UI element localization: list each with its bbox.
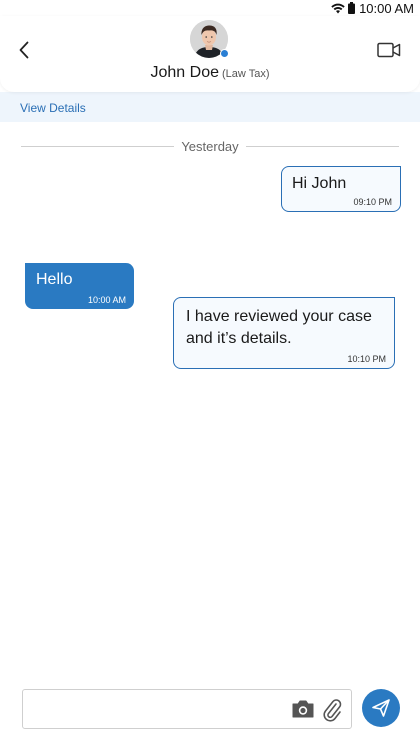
chat-screen: 10:00 AM John Doe (Law Tax) View Details…: [0, 0, 420, 747]
status-bar: 10:00 AM: [0, 0, 420, 16]
message-time: 09:10 PM: [353, 197, 392, 207]
divider: [21, 145, 175, 147]
divider: [245, 145, 399, 147]
date-separator-label: Yesterday: [181, 138, 239, 154]
back-button[interactable]: [14, 38, 34, 62]
wifi-icon: [331, 3, 345, 14]
contact-role: (Law Tax): [222, 68, 270, 80]
send-button[interactable]: [362, 689, 400, 727]
paperclip-icon: [323, 699, 342, 722]
chat-header: John Doe (Law Tax): [0, 16, 420, 92]
status-time: 10:00 AM: [359, 0, 414, 16]
contact-title: John Doe (Law Tax): [0, 64, 420, 82]
message-time: 10:10 PM: [347, 354, 386, 364]
camera-icon: [292, 700, 314, 718]
video-camera-icon: [377, 42, 401, 58]
battery-icon: [348, 2, 356, 14]
message-text: Hello: [36, 271, 73, 288]
details-strip: View Details: [0, 92, 420, 122]
message-input[interactable]: [31, 696, 290, 724]
message-time: 10:00 AM: [87, 295, 126, 305]
message-text: Hi John: [292, 175, 347, 192]
attach-button[interactable]: [321, 697, 343, 723]
message-composer: [22, 689, 352, 729]
camera-button[interactable]: [291, 699, 315, 721]
message-text: I have reviewed your case and it’s detai…: [186, 308, 372, 347]
incoming-message[interactable]: Hello 10:00 AM: [25, 263, 134, 309]
view-details-link[interactable]: View Details: [20, 101, 86, 115]
outgoing-message[interactable]: Hi John 09:10 PM: [281, 166, 401, 212]
contact-name: John Doe: [150, 64, 220, 81]
online-status-dot: [220, 49, 229, 58]
send-icon: [372, 699, 390, 717]
outgoing-message[interactable]: I have reviewed your case and it’s detai…: [173, 297, 395, 369]
date-separator: Yesterday: [21, 137, 399, 155]
video-call-button[interactable]: [376, 40, 402, 60]
chevron-left-icon: [19, 41, 29, 59]
contact-avatar-wrap[interactable]: [190, 20, 230, 60]
